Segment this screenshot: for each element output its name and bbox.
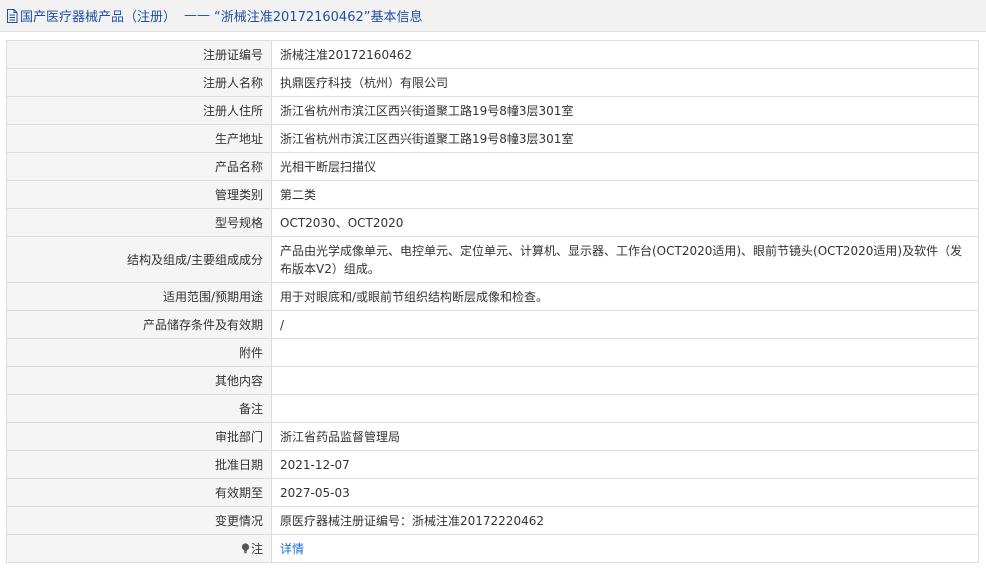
field-value (271, 366, 979, 395)
field-label: 有效期至 (6, 478, 272, 507)
table-row: 型号规格 OCT2030、OCT2020 (6, 208, 979, 237)
lightbulb-icon (241, 541, 250, 553)
field-label: 注册证编号 (6, 40, 272, 69)
info-table: 注册证编号 浙械注准20172160462 注册人名称 执鼎医疗科技（杭州）有限… (6, 40, 979, 563)
header-separator: —— (184, 8, 211, 23)
field-label: 注册人名称 (6, 68, 272, 97)
table-row: 附件 (6, 338, 979, 367)
field-label: 审批部门 (6, 422, 272, 451)
details-link[interactable]: 详情 (280, 542, 304, 556)
field-label: 注册人住所 (6, 96, 272, 125)
table-row: 结构及组成/主要组成成分 产品由光学成像单元、电控单元、定位单元、计算机、显示器… (6, 236, 979, 283)
field-label: 产品名称 (6, 152, 272, 181)
table-row: 有效期至 2027-05-03 (6, 478, 979, 507)
field-value: / (271, 310, 979, 339)
page-title: “浙械注准20172160462”基本信息 (214, 10, 423, 25)
field-label: 适用范围/预期用途 (6, 282, 272, 311)
field-label: 附件 (6, 338, 272, 367)
field-value: 浙江省杭州市滨江区西兴街道聚工路19号8幢3层301室 (271, 124, 979, 153)
field-value: 浙江省药品监督管理局 (271, 422, 979, 451)
table-row: 产品名称 光相干断层扫描仪 (6, 152, 979, 181)
table-row: 注册证编号 浙械注准20172160462 (6, 40, 979, 69)
field-value (271, 338, 979, 367)
header-category: 国产医疗器械产品（注册） (20, 10, 177, 25)
field-label: 型号规格 (6, 208, 272, 237)
field-value: OCT2030、OCT2020 (271, 208, 979, 237)
field-label: 批准日期 (6, 450, 272, 479)
field-value: 光相干断层扫描仪 (271, 152, 979, 181)
table-row: 注册人名称 执鼎医疗科技（杭州）有限公司 (6, 68, 979, 97)
note-label-cell: 注 (6, 534, 272, 563)
note-value: 详情 (271, 534, 979, 563)
table-row: 备注 (6, 394, 979, 423)
field-label: 变更情况 (6, 506, 272, 535)
document-icon (6, 8, 18, 23)
table-row: 适用范围/预期用途 用于对眼底和/或眼前节组织结构断层成像和检查。 (6, 282, 979, 311)
table-row: 审批部门 浙江省药品监督管理局 (6, 422, 979, 451)
page-header: 国产医疗器械产品（注册） —— “浙械注准20172160462”基本信息 (0, 0, 986, 32)
field-label: 生产地址 (6, 124, 272, 153)
field-value: 2027-05-03 (271, 478, 979, 507)
field-label: 产品储存条件及有效期 (6, 310, 272, 339)
field-value: 2021-12-07 (271, 450, 979, 479)
field-value: 原医疗器械注册证编号：浙械注准20172220462 (271, 506, 979, 535)
table-row: 管理类别 第二类 (6, 180, 979, 209)
note-label: 注 (250, 541, 263, 556)
field-value: 用于对眼底和/或眼前节组织结构断层成像和检查。 (271, 282, 979, 311)
table-row: 批准日期 2021-12-07 (6, 450, 979, 479)
field-label: 备注 (6, 394, 272, 423)
table-row: 变更情况 原医疗器械注册证编号：浙械注准20172220462 (6, 506, 979, 535)
field-label: 结构及组成/主要组成成分 (6, 236, 272, 283)
field-value (271, 394, 979, 423)
field-label: 管理类别 (6, 180, 272, 209)
table-row: 其他内容 (6, 366, 979, 395)
table-row: 产品储存条件及有效期 / (6, 310, 979, 339)
field-value: 浙械注准20172160462 (271, 40, 979, 69)
field-value: 产品由光学成像单元、电控单元、定位单元、计算机、显示器、工作台(OCT2020适… (271, 236, 979, 283)
field-value: 第二类 (271, 180, 979, 209)
table-row: 生产地址 浙江省杭州市滨江区西兴街道聚工路19号8幢3层301室 (6, 124, 979, 153)
table-row: 注册人住所 浙江省杭州市滨江区西兴街道聚工路19号8幢3层301室 (6, 96, 979, 125)
field-value: 执鼎医疗科技（杭州）有限公司 (271, 68, 979, 97)
note-row: 注 详情 (6, 534, 979, 563)
field-value: 浙江省杭州市滨江区西兴街道聚工路19号8幢3层301室 (271, 96, 979, 125)
field-label: 其他内容 (6, 366, 272, 395)
